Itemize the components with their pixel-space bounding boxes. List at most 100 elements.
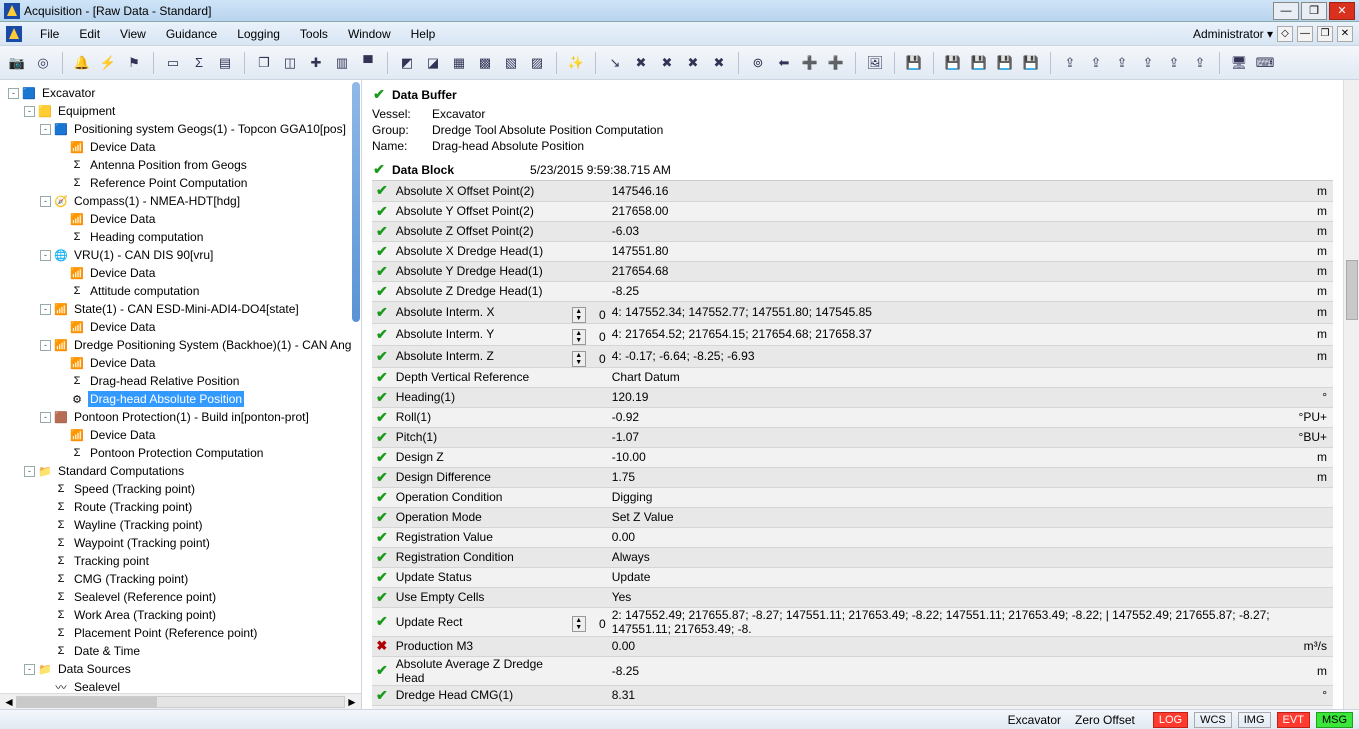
status-tag-wcs[interactable]: WCS (1194, 712, 1232, 728)
paneadd-icon[interactable]: ✚ (305, 52, 327, 74)
tile2-icon[interactable]: ◪ (422, 52, 444, 74)
xred-icon[interactable]: ✖ (630, 52, 652, 74)
xorange-icon[interactable]: ✖ (682, 52, 704, 74)
table-row[interactable]: ✔Design Z-10.00m (372, 447, 1333, 467)
tree-node[interactable]: ΣSealevel (Reference point) (4, 588, 361, 606)
disk-blue-icon[interactable]: 💾 (968, 52, 990, 74)
tree-node[interactable]: -🟫Pontoon Protection(1) - Build in[ponto… (4, 408, 361, 426)
expander-icon[interactable]: - (40, 196, 51, 207)
table-row[interactable]: ✔Design Difference1.75m (372, 467, 1333, 487)
tree-node[interactable]: 📶Device Data (4, 426, 361, 444)
row-spinner[interactable]: ▲▼0 (564, 323, 608, 345)
table-row[interactable]: ✔Operation ModeSet Z Value (372, 507, 1333, 527)
compass-icon[interactable]: ◇ (1277, 26, 1293, 42)
table-row[interactable]: ✔Registration Value0.00 (372, 527, 1333, 547)
tree-node[interactable]: ΣWayline (Tracking point) (4, 516, 361, 534)
tree-scrollbar[interactable] (352, 82, 360, 322)
menu-guidance[interactable]: Guidance (158, 24, 225, 44)
tree-node[interactable]: -📶State(1) - CAN ESD-Mini-ADI4-DO4[state… (4, 300, 361, 318)
menu-view[interactable]: View (112, 24, 154, 44)
table-row[interactable]: ✖Production M30.00m³/s (372, 636, 1333, 656)
expander-icon[interactable]: - (40, 250, 51, 261)
card-icon[interactable]: ▭ (162, 52, 184, 74)
row-spinner[interactable]: ▲▼0 (564, 301, 608, 323)
expander-icon[interactable]: - (40, 340, 51, 351)
tree-node[interactable]: ΣPontoon Protection Computation (4, 444, 361, 462)
export5-icon[interactable]: ⇪ (1163, 52, 1185, 74)
tree-node[interactable]: 📶Device Data (4, 354, 361, 372)
plusorange-icon[interactable]: ➕ (825, 52, 847, 74)
tile4-icon[interactable]: ▩ (474, 52, 496, 74)
tile3-icon[interactable]: ▦ (448, 52, 470, 74)
tree-node[interactable]: -🧭Compass(1) - NMEA-HDT[hdg] (4, 192, 361, 210)
target-icon[interactable]: ◎ (32, 52, 54, 74)
tree-node[interactable]: ΣAntenna Position from Geogs (4, 156, 361, 174)
sheet-icon[interactable]: ▤ (214, 52, 236, 74)
tile1-icon[interactable]: ◩ (396, 52, 418, 74)
tree-node[interactable]: 📶Device Data (4, 264, 361, 282)
status-tag-img[interactable]: IMG (1238, 712, 1271, 728)
table-row[interactable]: ✔Use Empty CellsYes (372, 587, 1333, 607)
window-icon[interactable]: ❐ (253, 52, 275, 74)
tree-node[interactable]: ΣAttitude computation (4, 282, 361, 300)
tree-node[interactable]: -🌐VRU(1) - CAN DIS 90[vru] (4, 246, 361, 264)
table-row[interactable]: ✔Absolute Interm. X▲▼04: 147552.34; 1475… (372, 301, 1333, 323)
table-row[interactable]: ✔Absolute X Offset Point(2)147546.16m (372, 181, 1333, 201)
status-tag-evt[interactable]: EVT (1277, 712, 1310, 728)
expander-icon[interactable]: - (40, 124, 51, 135)
flag-icon[interactable]: ⚑ (123, 52, 145, 74)
expander-icon[interactable]: - (24, 106, 35, 117)
save-icon[interactable]: 💾 (903, 52, 925, 74)
sigma-icon[interactable]: Σ (188, 52, 210, 74)
user-label[interactable]: Administrator ▾ (1193, 27, 1273, 41)
status-tag-msg[interactable]: MSG (1316, 712, 1353, 728)
tree-node[interactable]: -🟦Excavator (4, 84, 361, 102)
tree-node[interactable]: 📶Device Data (4, 318, 361, 336)
expander-icon[interactable]: - (40, 412, 51, 423)
tree-node[interactable]: ΣDrag-head Relative Position (4, 372, 361, 390)
child-close-button[interactable]: ✕ (1337, 26, 1353, 42)
tree-hscroll[interactable]: ◄ ► (0, 693, 361, 709)
menu-help[interactable]: Help (403, 24, 444, 44)
close-button[interactable]: ✕ (1329, 2, 1355, 20)
table-row[interactable]: ✔Registration ConditionAlways (372, 547, 1333, 567)
table-row[interactable]: ✔Operation ConditionDigging (372, 487, 1333, 507)
arrow-red-icon[interactable]: ↘ (604, 52, 626, 74)
table-row[interactable]: ✔Update StatusUpdate (372, 567, 1333, 587)
tree-node[interactable]: -📶Dredge Positioning System (Backhoe)(1)… (4, 336, 361, 354)
tree-node[interactable]: ΣTracking point (4, 552, 361, 570)
plusleft-icon[interactable]: ⬅ (773, 52, 795, 74)
tree-node[interactable]: ΣRoute (Tracking point) (4, 498, 361, 516)
minimize-button[interactable]: — (1273, 2, 1299, 20)
tree-node[interactable]: ⚙Drag-head Absolute Position (4, 390, 361, 408)
pic-icon[interactable]: 🖼 (864, 52, 886, 74)
table-row[interactable]: ✔Absolute Z Dredge Head(1)-8.25m (372, 281, 1333, 301)
tree-node[interactable]: -📁Standard Computations (4, 462, 361, 480)
expander-icon[interactable]: - (24, 664, 35, 675)
expander-icon[interactable]: - (24, 466, 35, 477)
table-row[interactable]: ✔Absolute Y Offset Point(2)217658.00m (372, 201, 1333, 221)
table-row[interactable]: ✔Absolute X Dredge Head(1)147551.80m (372, 241, 1333, 261)
tree-node[interactable]: 📶Device Data (4, 138, 361, 156)
tree-node[interactable]: -🟦Positioning system Geogs(1) - Topcon G… (4, 120, 361, 138)
table-row[interactable]: ✖StatusIdle (372, 705, 1333, 709)
export3-icon[interactable]: ⇪ (1111, 52, 1133, 74)
tile5-icon[interactable]: ▧ (500, 52, 522, 74)
expander-icon[interactable]: - (40, 304, 51, 315)
xred2-icon[interactable]: ✖ (708, 52, 730, 74)
table-row[interactable]: ✔Update Rect▲▼02: 147552.49; 217655.87; … (372, 607, 1333, 636)
life-ring-icon[interactable]: ⊚ (747, 52, 769, 74)
table-row[interactable]: ✔Absolute Interm. Y▲▼04: 217654.52; 2176… (372, 323, 1333, 345)
table-row[interactable]: ✔Heading(1)120.19° (372, 387, 1333, 407)
child-minimize-button[interactable]: — (1297, 26, 1313, 42)
menu-edit[interactable]: Edit (71, 24, 108, 44)
maximize-button[interactable]: ❐ (1301, 2, 1327, 20)
content-scrollbar[interactable] (1343, 80, 1359, 709)
tree-node[interactable]: ΣSpeed (Tracking point) (4, 480, 361, 498)
table-row[interactable]: ✔Absolute Y Dredge Head(1)217654.68m (372, 261, 1333, 281)
disk-grid-icon[interactable]: 💾 (1020, 52, 1042, 74)
keyboard-icon[interactable]: ⌨ (1254, 52, 1276, 74)
tree-node[interactable]: -🟨Equipment (4, 102, 361, 120)
child-restore-button[interactable]: ❐ (1317, 26, 1333, 42)
table-row[interactable]: ✔Dredge Head CMG(1)8.31° (372, 685, 1333, 705)
